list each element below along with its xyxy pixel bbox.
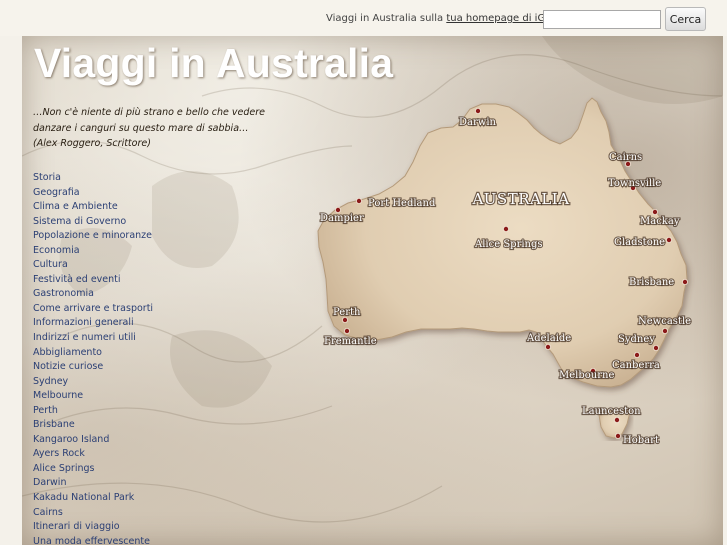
city-label-townsville: Townsville [608, 178, 661, 189]
city-label-canberra: Canberra [612, 360, 660, 371]
city-dot-launceston [614, 416, 621, 423]
city-dot-canberra [634, 351, 641, 358]
igoogle-prefix: Viaggi in Australia sulla [326, 13, 444, 24]
search-input[interactable] [543, 10, 661, 29]
city-label-cairns: Cairns [609, 152, 642, 163]
city-label-fremantle: Fremantle [324, 336, 377, 347]
city-label-mackay: Mackay [640, 216, 680, 227]
city-dot-darwin [474, 108, 481, 115]
search-button[interactable]: Cerca [665, 7, 706, 31]
city-dot-dampier [334, 206, 341, 213]
city-dot-hobart [615, 432, 622, 439]
country-label: AUSTRALIA [471, 190, 569, 208]
city-dot-gladstone [666, 236, 673, 243]
city-label-darwin: Darwin [459, 117, 497, 128]
city-label-melbourne: Melbourne [559, 370, 614, 381]
city-dot-fremantle [343, 327, 350, 334]
city-label-hobart: Hobart [623, 435, 659, 446]
top-bar: Viaggi in Australia sulla tua homepage d… [0, 0, 727, 36]
city-dot-perth [341, 316, 348, 323]
city-label-sydney: Sydney [618, 334, 655, 345]
city-label-adelaide: Adelaide [526, 333, 571, 344]
city-dot-brisbane [682, 278, 689, 285]
city-label-gladstone: Gladstone [614, 237, 665, 248]
city-label-port-hedland: Port Hedland [368, 198, 436, 209]
city-label-launceston: Launceston [582, 406, 641, 417]
main-panel: Viaggi in Australia …Non c'è niente di p… [22, 36, 723, 545]
city-dot-adelaide [545, 343, 552, 350]
city-label-dampier: Dampier [320, 213, 364, 224]
igoogle-promo: Viaggi in Australia sulla tua homepage d… [326, 13, 573, 24]
city-label-perth: Perth [333, 307, 361, 318]
city-dot-port-hedland [355, 197, 362, 204]
city-label-newcastle: Newcastle [638, 316, 691, 327]
city-label-alice-springs: Alice Springs [474, 239, 543, 250]
city-dot-newcastle [662, 327, 669, 334]
australia-map: AUSTRALIA Darwin Cairns Townsville Port … [317, 97, 692, 447]
city-dot-sydney [653, 344, 660, 351]
city-dot-mackay [652, 208, 659, 215]
city-label-brisbane: Brisbane [629, 277, 674, 288]
city-dot-alice-springs [502, 225, 509, 232]
